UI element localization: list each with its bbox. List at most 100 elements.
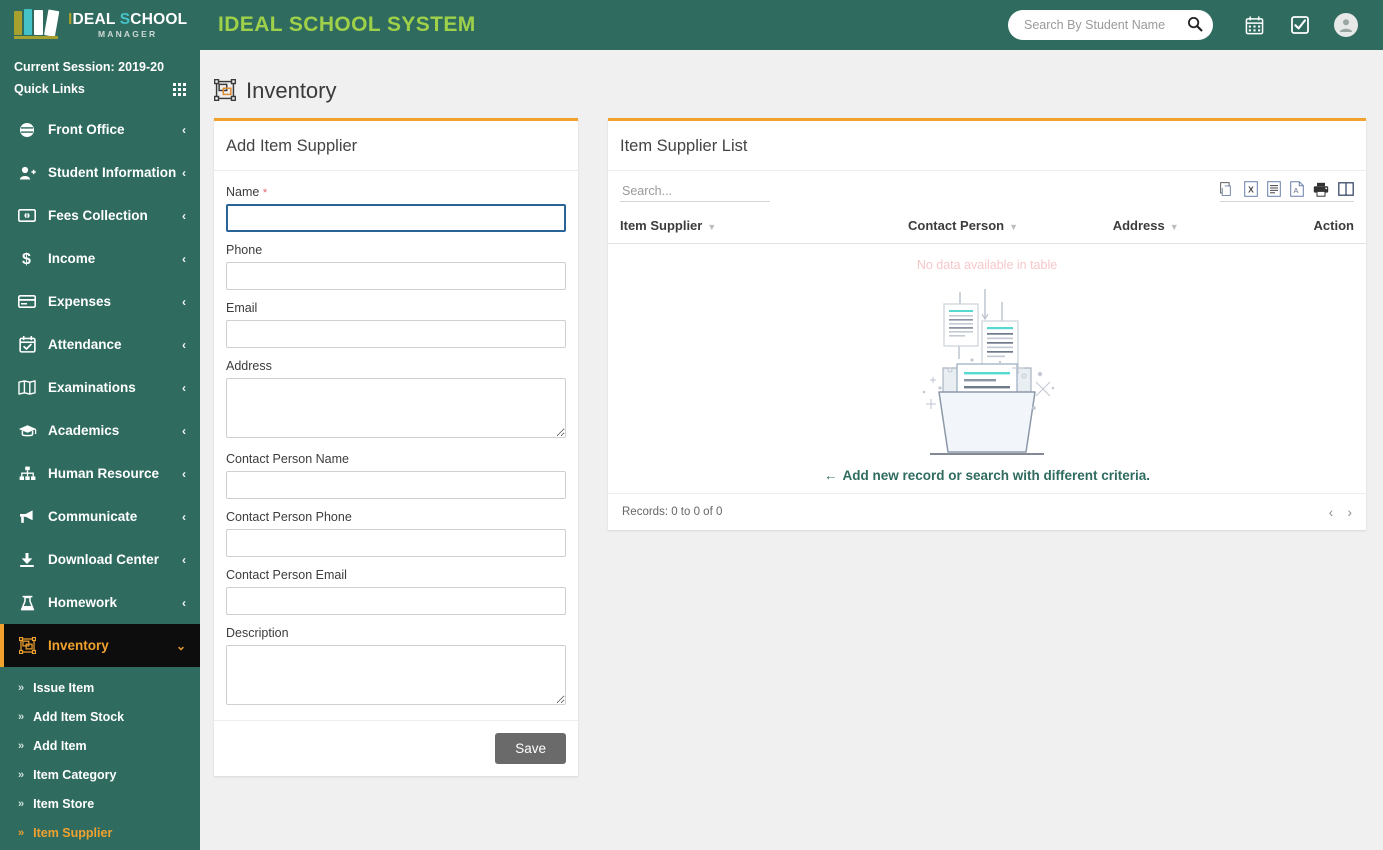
chevron-left-icon: ‹ xyxy=(182,165,186,180)
sort-icon: ▼ xyxy=(1169,222,1179,232)
dollar-icon: $ xyxy=(16,250,38,267)
submenu-label: Item Store xyxy=(33,796,95,811)
chevron-right-double-icon: » xyxy=(18,826,25,839)
column-item-supplier[interactable]: Item Supplier ▼ xyxy=(608,212,897,244)
field-group-email: Email xyxy=(226,301,566,348)
empty-state-text: Add new record or search with different … xyxy=(842,468,1151,483)
field-group-phone: Phone xyxy=(226,243,566,290)
submenu-label: Item Supplier xyxy=(33,825,113,840)
email-field[interactable] xyxy=(226,320,566,348)
address-label: Address xyxy=(226,359,272,373)
sidebar-label: Inventory xyxy=(48,638,109,653)
contact-person-phone-field[interactable] xyxy=(226,529,566,557)
chevron-right-double-icon: » xyxy=(18,768,25,781)
save-button[interactable]: Save xyxy=(495,733,566,764)
submenu-item-add-item[interactable]: » Add Item xyxy=(0,731,200,760)
field-group-contact-person-name: Contact Person Name xyxy=(226,452,566,499)
svg-text:X: X xyxy=(1248,184,1254,194)
brand-chool: CHOOL xyxy=(130,10,188,28)
brand-logo[interactable]: IDEAL SCHOOL MANAGER xyxy=(0,0,200,50)
table-footer: Records: 0 to 0 of 0 ‹ › xyxy=(608,493,1366,530)
contact-person-email-label: Contact Person Email xyxy=(226,568,347,582)
submenu-label: Item Category xyxy=(33,767,117,782)
sidebar-item-expenses[interactable]: Expenses ‹ xyxy=(0,280,200,323)
graduation-cap-icon xyxy=(16,424,38,438)
contact-person-name-field[interactable] xyxy=(226,471,566,499)
excel-icon[interactable]: X xyxy=(1244,181,1258,197)
chevron-left-icon: ‹ xyxy=(182,552,186,567)
sidebar-item-human-resource[interactable]: Human Resource ‹ xyxy=(0,452,200,495)
submenu-item-item-store[interactable]: » Item Store xyxy=(0,789,200,818)
sidebar-label: Fees Collection xyxy=(48,208,148,223)
inventory-icon xyxy=(16,637,38,654)
records-count: Records: 0 to 0 of 0 xyxy=(622,506,723,518)
sidebar-item-front-office[interactable]: Front Office ‹ xyxy=(0,108,200,151)
sidebar-label: Communicate xyxy=(48,509,138,524)
submenu-item-issue-item[interactable]: » Issue Item xyxy=(0,673,200,702)
field-group-address: Address xyxy=(226,359,566,441)
sidebar-item-student-information[interactable]: Student Information ‹ xyxy=(0,151,200,194)
item-supplier-list-card: Item Supplier List X A xyxy=(608,118,1366,530)
csv-icon[interactable] xyxy=(1267,181,1281,197)
student-search-box[interactable] xyxy=(1008,10,1213,40)
sidebar-item-inventory[interactable]: Inventory ⌄ xyxy=(0,624,200,667)
search-icon[interactable] xyxy=(1187,16,1203,35)
checkbox-icon[interactable] xyxy=(1277,0,1323,50)
chevron-left-icon: ‹ xyxy=(182,122,186,137)
print-icon[interactable] xyxy=(1313,182,1329,197)
sidebar-item-income[interactable]: $ Income ‹ xyxy=(0,237,200,280)
sidebar-label: Download Center xyxy=(48,552,160,567)
sidebar-label: Homework xyxy=(48,595,118,610)
column-address[interactable]: Address ▼ xyxy=(1100,212,1268,244)
current-session-label: Current Session: 2019-20 xyxy=(14,60,165,74)
column-contact-person[interactable]: Contact Person ▼ xyxy=(896,212,1101,244)
next-page-button[interactable]: › xyxy=(1347,504,1352,520)
submenu-item-add-item-stock[interactable]: » Add Item Stock xyxy=(0,702,200,731)
chevron-right-double-icon: » xyxy=(18,681,25,694)
sidebar-item-attendance[interactable]: Attendance ‹ xyxy=(0,323,200,366)
form-footer: Save xyxy=(214,720,578,776)
phone-field[interactable] xyxy=(226,262,566,290)
table-search-input[interactable] xyxy=(620,181,770,202)
inventory-icon xyxy=(213,78,237,104)
submenu-label: Add Item xyxy=(33,738,87,753)
empty-state: ← Add new record or search with different… xyxy=(608,276,1366,493)
avatar[interactable] xyxy=(1323,0,1369,50)
sidebar-item-homework[interactable]: Homework ‹ xyxy=(0,581,200,624)
copy-icon[interactable] xyxy=(1220,181,1235,197)
address-field[interactable] xyxy=(226,378,566,438)
sidebar-item-download-center[interactable]: Download Center ‹ xyxy=(0,538,200,581)
contact-person-email-field[interactable] xyxy=(226,587,566,615)
empty-state-message: ← Add new record or search with different… xyxy=(824,468,1150,483)
brand-letter-s: S xyxy=(119,10,131,28)
chevron-down-icon: ⌄ xyxy=(175,638,186,653)
grid-icon[interactable] xyxy=(173,82,186,96)
columns-icon[interactable] xyxy=(1338,182,1354,196)
sidebar-item-communicate[interactable]: Communicate ‹ xyxy=(0,495,200,538)
calendar-icon[interactable] xyxy=(1231,0,1277,50)
pdf-icon[interactable]: A xyxy=(1290,181,1304,197)
column-action: Action xyxy=(1267,212,1366,244)
name-label: Name * xyxy=(226,185,268,199)
quick-links-row[interactable]: Quick Links xyxy=(0,78,200,106)
required-marker: * xyxy=(262,187,268,199)
table-export-tools: X A xyxy=(1220,181,1354,202)
table-header: Item Supplier ▼ Contact Person ▼ Address ▼ … xyxy=(608,212,1366,244)
sidebar-item-academics[interactable]: Academics ‹ xyxy=(0,409,200,452)
submenu-item-item-supplier[interactable]: » Item Supplier xyxy=(0,818,200,847)
prev-page-button[interactable]: ‹ xyxy=(1329,504,1334,520)
search-input[interactable] xyxy=(1022,17,1187,33)
book-open-icon xyxy=(16,380,38,395)
field-group-description: Description xyxy=(226,626,566,708)
content-columns: Add Item Supplier Name * Phone Email Add… xyxy=(200,104,1383,776)
page-header: Inventory xyxy=(200,50,1383,104)
chevron-left-icon: ‹ xyxy=(182,595,186,610)
table-toolbar: X A xyxy=(608,171,1366,202)
submenu-item-item-category[interactable]: » Item Category xyxy=(0,760,200,789)
sidebar-item-fees-collection[interactable]: Fees Collection ‹ xyxy=(0,194,200,237)
name-field[interactable] xyxy=(226,204,566,232)
form-title: Add Item Supplier xyxy=(214,121,578,171)
chevron-left-icon: ‹ xyxy=(182,509,186,524)
description-field[interactable] xyxy=(226,645,566,705)
sidebar-item-examinations[interactable]: Examinations ‹ xyxy=(0,366,200,409)
